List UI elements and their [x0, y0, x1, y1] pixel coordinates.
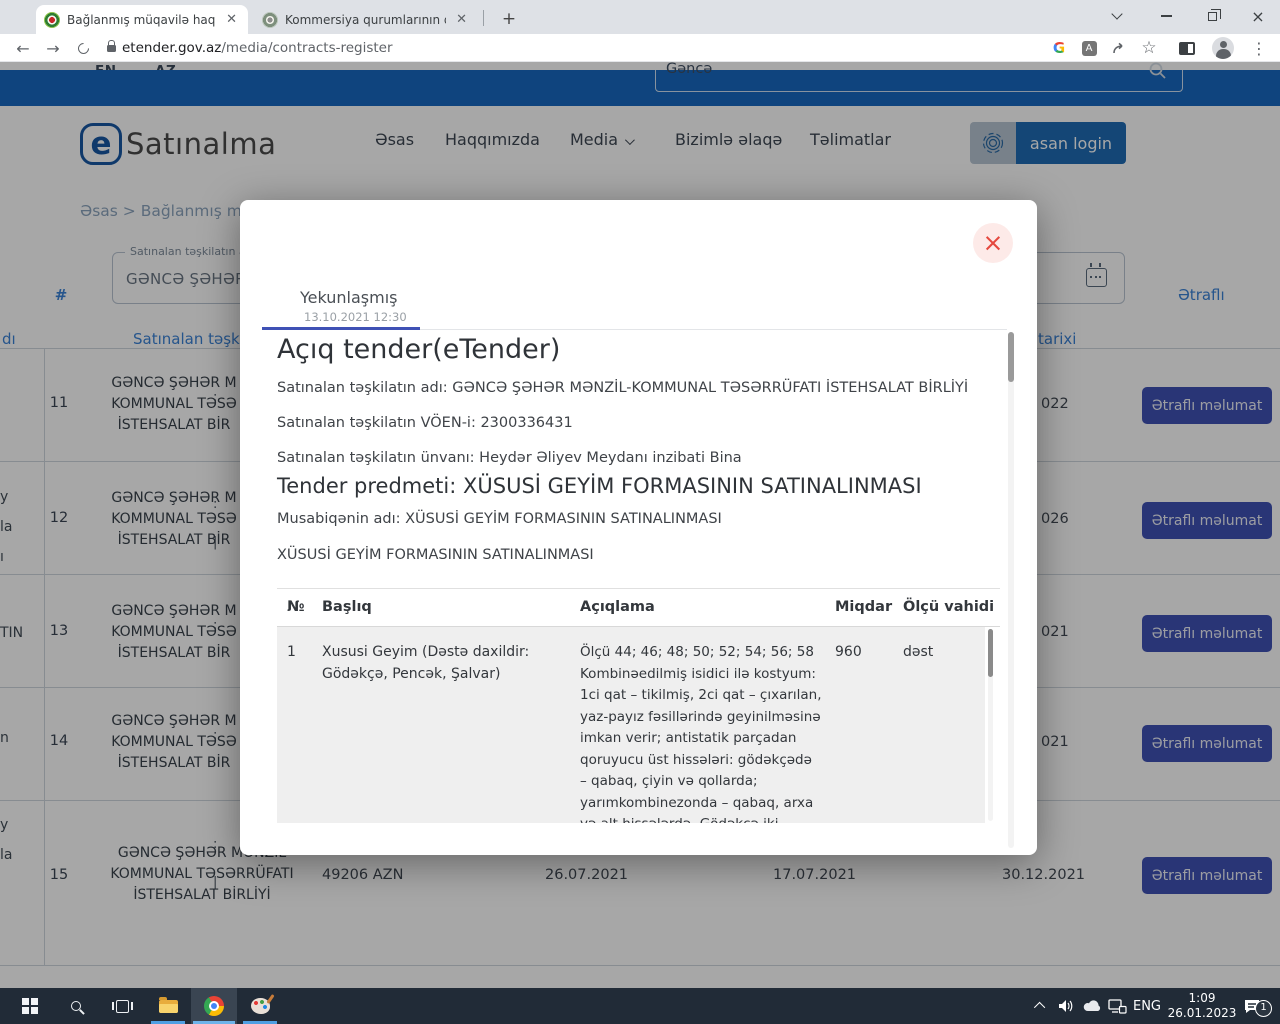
clock-time: 1:09 — [1166, 991, 1238, 1006]
start-button[interactable] — [7, 988, 53, 1024]
folder-icon — [159, 1000, 178, 1013]
tab1-favicon-icon — [44, 12, 60, 28]
modal-close-button[interactable]: × — [973, 223, 1013, 263]
voen-line: Satınalan təşkilatın VÖEN-i: 2300336431 — [277, 415, 573, 431]
taskbar: ENG 1:09 26.01.2023 — [0, 988, 1280, 1024]
speaker-icon — [1058, 999, 1074, 1013]
competition-name-line: Musabiqənin adı: XÜSUSİ GEYİM FORMASININ… — [277, 511, 722, 527]
network-icon — [1108, 999, 1127, 1014]
onedrive-button[interactable] — [1080, 988, 1104, 1024]
status-tab-datetime: 13.10.2021 12:30 — [304, 310, 407, 324]
screen: Bağlanmış müqavilə haqqında mə ✕ Kommers… — [0, 0, 1280, 1024]
avatar — [1212, 37, 1234, 59]
close-icon: × — [983, 228, 1004, 257]
items-col-number: № — [287, 599, 304, 615]
windows-logo-icon — [22, 998, 38, 1014]
item-number: 1 — [287, 642, 296, 664]
tab2-close-icon[interactable]: ✕ — [453, 12, 470, 27]
side-panel-icon — [1179, 42, 1195, 55]
items-col-quantity: Miqdar — [835, 599, 892, 615]
file-explorer-button[interactable] — [145, 988, 191, 1024]
address-line: Satınalan təşkilatın ünvanı: Heydər Əliy… — [277, 450, 742, 466]
share-button[interactable] — [1104, 34, 1134, 62]
tray-expand-button[interactable] — [1030, 988, 1052, 1024]
tab-search-button[interactable] — [1095, 0, 1139, 32]
translate-icon: A — [1082, 41, 1097, 56]
webpage: EN AZ Gəncə e Satınalma Əsas Haqqımızda … — [0, 62, 1280, 988]
language-indicator[interactable]: ENG — [1130, 988, 1164, 1024]
status-tab[interactable]: Yekunlaşmış — [300, 288, 398, 307]
item-unit: dəst — [903, 642, 933, 664]
browser-tab-inactive[interactable]: Kommersiya qurumlarının dövlət ✕ — [254, 5, 478, 34]
cloud-icon — [1083, 1000, 1101, 1012]
star-icon: ☆ — [1141, 38, 1156, 58]
notification-badge: 1 — [1255, 1000, 1272, 1017]
chrome-icon — [204, 996, 224, 1016]
minimize-icon — [1161, 15, 1172, 17]
browser-tab-active[interactable]: Bağlanmış müqavilə haqqında mə ✕ — [36, 5, 248, 34]
bookmark-button[interactable]: ☆ — [1134, 34, 1164, 62]
volume-button[interactable] — [1054, 988, 1078, 1024]
profile-button[interactable] — [1208, 34, 1238, 62]
chevron-down-icon — [1111, 8, 1122, 19]
taskbar-clock[interactable]: 1:09 26.01.2023 — [1166, 991, 1238, 1021]
task-view-button[interactable] — [99, 988, 145, 1024]
taskbar-search-button[interactable] — [53, 988, 99, 1024]
browser-menu-button[interactable]: ⋮ — [1244, 34, 1274, 62]
items-table: № Başlıq Açıqlama Miqdar Ölçü vahidi 1 X… — [277, 588, 1000, 832]
url-domain: etender.gov.az — [122, 40, 221, 56]
restore-icon — [1208, 12, 1217, 21]
task-view-icon — [116, 1000, 129, 1013]
forward-button[interactable]: → — [38, 34, 68, 62]
reload-icon — [75, 40, 91, 56]
google-g-icon: G — [1053, 39, 1065, 57]
close-icon: × — [1251, 7, 1264, 26]
google-button[interactable]: G — [1044, 34, 1074, 62]
tender-subject-title: Tender predmeti: XÜSUSİ GEYİM FORMASININ… — [277, 474, 922, 498]
item-quantity: 960 — [835, 642, 862, 664]
item-title: Xususi Geyim (Dəstə daxildir: Gödəkçə, P… — [322, 642, 540, 685]
browser-toolbar: ← → etender.gov.az/media/contracts-regis… — [0, 34, 1280, 62]
new-tab-button[interactable]: + — [496, 6, 522, 32]
items-col-description: Açıqlama — [580, 599, 655, 615]
share-icon — [1111, 40, 1127, 56]
tender-detail-modal: × Yekunlaşmış 13.10.2021 12:30 Açıq tend… — [240, 200, 1037, 855]
back-button[interactable]: ← — [8, 34, 38, 62]
paint-button[interactable] — [237, 988, 283, 1024]
clock-date: 26.01.2023 — [1166, 1006, 1238, 1021]
url-path: /media/contracts-register — [221, 40, 392, 56]
paint-icon — [251, 998, 270, 1014]
tender-type-title: Açıq tender(eTender) — [277, 334, 560, 365]
chrome-button[interactable] — [191, 988, 237, 1024]
window-restore-button[interactable] — [1190, 0, 1234, 32]
item-description: Ölçü 44; 46; 48; 50; 52; 54; 56; 58 Komb… — [580, 642, 822, 823]
subject-line: XÜSUSİ GEYİM FORMASININ SATINALINMASI — [277, 547, 594, 563]
window-minimize-button[interactable] — [1144, 0, 1188, 32]
tab2-favicon-icon — [262, 12, 278, 28]
tab-divider — [483, 10, 484, 26]
modal-scrollbar-thumb[interactable] — [1008, 332, 1014, 382]
address-bar[interactable]: etender.gov.az/media/contracts-register — [122, 40, 393, 56]
items-col-title: Başlıq — [322, 599, 372, 615]
tab1-title: Bağlanmış müqavilə haqqında mə — [67, 13, 216, 27]
network-button[interactable] — [1104, 988, 1130, 1024]
active-tab-underline — [262, 327, 420, 330]
modal-scrollbar-track[interactable] — [1008, 332, 1014, 848]
search-icon — [71, 1001, 81, 1011]
browser-tab-strip: Bağlanmış müqavilə haqqında mə ✕ Kommers… — [0, 0, 1280, 34]
org-name-line: Satınalan təşkilatın adı: GƏNCƏ ŞƏHƏR MƏ… — [277, 380, 968, 396]
keyboard-language: ENG — [1133, 999, 1161, 1014]
items-col-unit: Ölçü vahidi — [903, 599, 994, 615]
window-close-button[interactable]: × — [1236, 0, 1280, 32]
lock-icon — [107, 45, 116, 52]
tab1-close-icon[interactable]: ✕ — [223, 12, 240, 27]
side-panel-button[interactable] — [1172, 34, 1202, 62]
items-scrollbar-thumb[interactable] — [988, 629, 993, 677]
reload-button[interactable] — [68, 34, 98, 62]
items-table-row: 1 Xususi Geyim (Dəstə daxildir: Gödəkçə,… — [277, 627, 985, 823]
translate-button[interactable]: A — [1074, 34, 1104, 62]
tab2-title: Kommersiya qurumlarının dövlət — [285, 13, 446, 27]
chevron-up-icon — [1034, 1002, 1045, 1013]
